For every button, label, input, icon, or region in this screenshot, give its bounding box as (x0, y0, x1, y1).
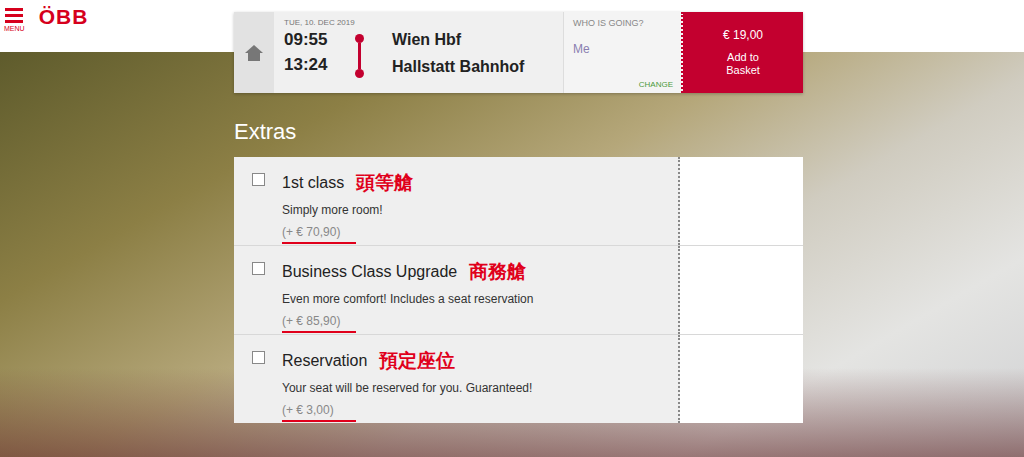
extra-title-line: Business Class Upgrade 商務艙 (282, 259, 533, 285)
booking-panel: TUE, 10. DEC 2019 09:55 13:24 Wien Hbf H… (234, 12, 803, 423)
departure-station: Wien Hbf (392, 26, 563, 53)
basket-price: € 19,00 (723, 28, 763, 42)
route-line-bar (358, 43, 361, 69)
extra-side (680, 246, 803, 334)
extras-title: Extras (234, 119, 803, 145)
extras-list: 1st class 頭等艙 Simply more room! (+ € 70,… (234, 157, 803, 423)
extra-annotation: 頭等艙 (356, 170, 413, 196)
extra-main: Reservation 預定座位 Your seat will be reser… (234, 335, 680, 423)
menu-button[interactable]: MENU (4, 8, 25, 32)
extra-side (680, 157, 803, 245)
departure-time: 09:55 (284, 27, 342, 52)
extra-title: Business Class Upgrade (282, 263, 457, 281)
extra-row[interactable]: Business Class Upgrade 商務艙 Even more com… (234, 246, 803, 335)
extra-main: Business Class Upgrade 商務艙 Even more com… (234, 246, 680, 334)
extra-title-line: 1st class 頭等艙 (282, 170, 413, 196)
extra-title: Reservation (282, 352, 367, 370)
hamburger-icon (5, 8, 23, 23)
journey-times: TUE, 10. DEC 2019 09:55 13:24 (274, 12, 342, 93)
journey-date: TUE, 10. DEC 2019 (284, 18, 342, 27)
extra-text: 1st class 頭等艙 Simply more room! (+ € 70,… (282, 170, 413, 245)
extra-price: (+ € 70,90) (282, 225, 356, 244)
arrival-station: Hallstatt Bahnhof (392, 53, 563, 80)
passengers-value: Me (573, 42, 673, 56)
extra-main: 1st class 頭等艙 Simply more room! (+ € 70,… (234, 157, 680, 245)
extra-side (680, 335, 803, 423)
route-end-dot (355, 69, 364, 78)
extra-title: 1st class (282, 174, 344, 192)
extra-text: Business Class Upgrade 商務艙 Even more com… (282, 259, 533, 334)
route-start-dot (355, 34, 364, 43)
extra-price: (+ € 3,00) (282, 403, 356, 422)
basket-label: Add to Basket (713, 51, 773, 77)
extra-checkbox[interactable] (252, 173, 265, 186)
extra-description: Even more comfort! Includes a seat reser… (282, 292, 533, 306)
route-line (342, 12, 376, 93)
extra-checkbox[interactable] (252, 262, 265, 275)
extra-checkbox[interactable] (252, 351, 265, 364)
page: MENU ÖBB TUE, 10. DEC 2019 09:55 13:24 W… (0, 0, 1024, 457)
journey-header: TUE, 10. DEC 2019 09:55 13:24 Wien Hbf H… (234, 12, 803, 93)
extra-price: (+ € 85,90) (282, 314, 356, 333)
extra-title-line: Reservation 預定座位 (282, 348, 532, 374)
home-button[interactable] (234, 12, 274, 93)
menu-label: MENU (4, 25, 25, 32)
arrival-time: 13:24 (284, 52, 342, 77)
extra-text: Reservation 預定座位 Your seat will be reser… (282, 348, 532, 423)
journey-stations: Wien Hbf Hallstatt Bahnhof (376, 12, 563, 93)
passengers-label: WHO IS GOING? (573, 18, 673, 28)
change-link[interactable]: CHANGE (573, 80, 673, 89)
extra-row[interactable]: Reservation 預定座位 Your seat will be reser… (234, 335, 803, 423)
home-icon (244, 43, 264, 63)
extra-description: Simply more room! (282, 203, 413, 217)
extra-annotation: 商務艙 (469, 259, 526, 285)
extra-description: Your seat will be reserved for you. Guar… (282, 381, 532, 395)
passengers[interactable]: WHO IS GOING? Me CHANGE (563, 12, 683, 93)
obb-logo[interactable]: ÖBB (39, 6, 89, 27)
extra-row[interactable]: 1st class 頭等艙 Simply more room! (+ € 70,… (234, 157, 803, 246)
extra-annotation: 預定座位 (379, 348, 455, 374)
add-to-basket-button[interactable]: € 19,00 Add to Basket (683, 12, 803, 93)
